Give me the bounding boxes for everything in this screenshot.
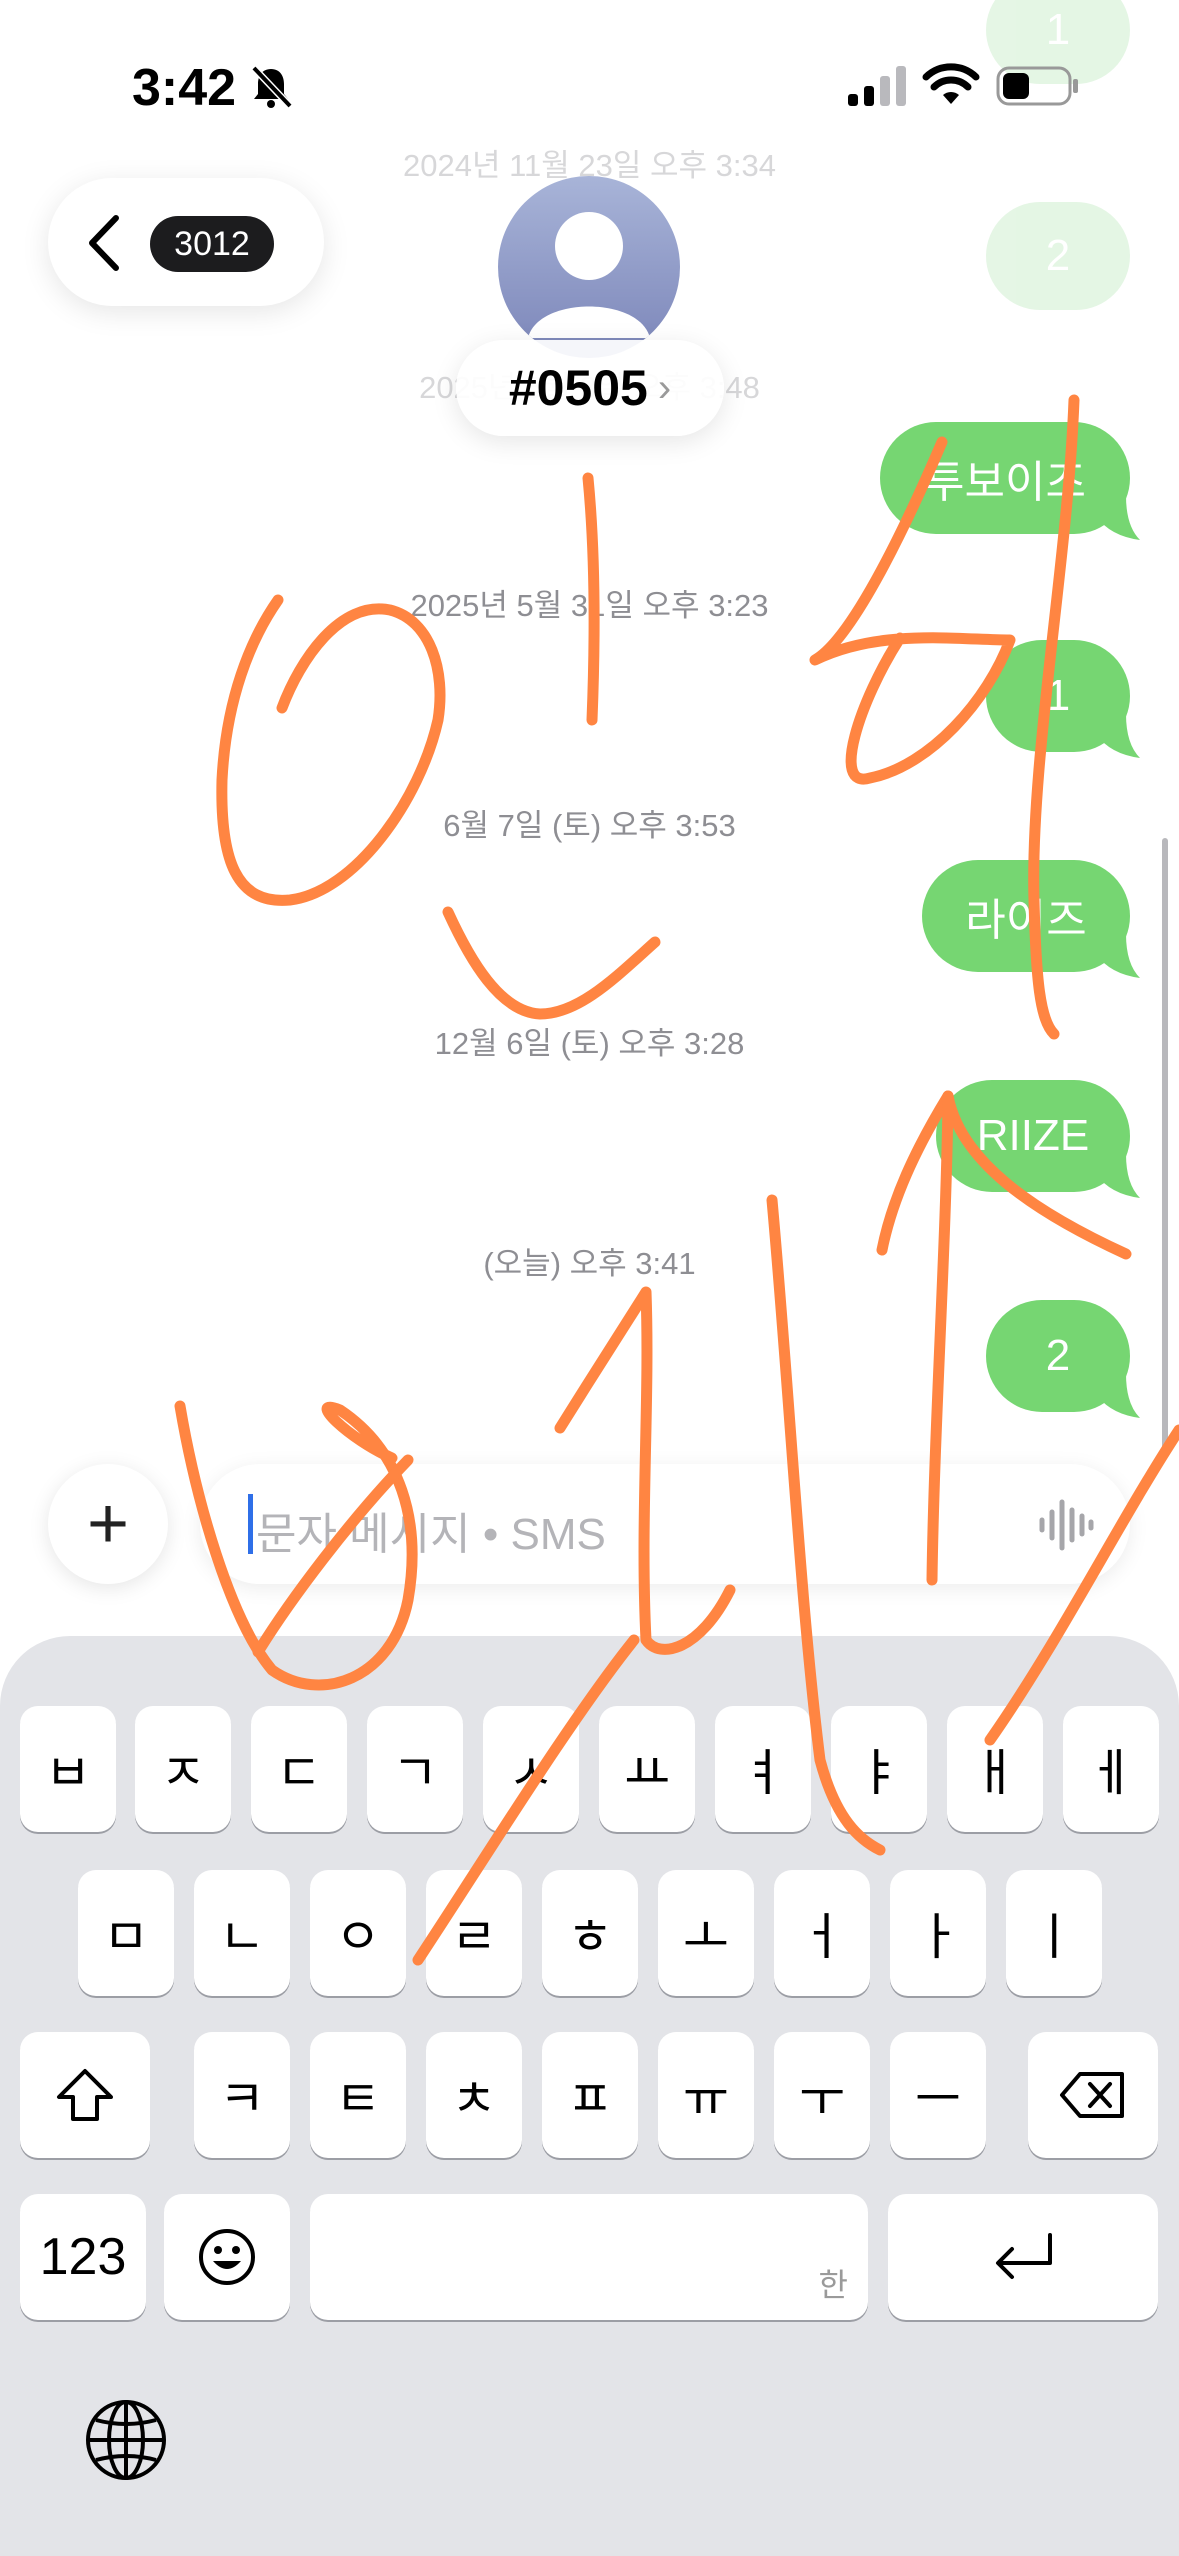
key[interactable]: ㅋ <box>194 2032 290 2158</box>
key[interactable]: ㅛ <box>599 1706 695 1832</box>
bubble-tail-icon <box>1096 934 1140 978</box>
chevron-left-icon <box>89 215 119 271</box>
key[interactable]: ㅁ <box>78 1870 174 1996</box>
bubble-tail-icon <box>1096 496 1140 540</box>
message-bubble[interactable]: 2 <box>986 202 1130 310</box>
message-bubble[interactable]: 투보이즈 <box>880 422 1140 540</box>
unread-count-badge: 3012 <box>150 216 274 272</box>
key[interactable]: ㄷ <box>251 1706 347 1832</box>
message-text: 2 <box>1045 231 1071 280</box>
key[interactable]: ㅈ <box>135 1706 231 1832</box>
message-text: 투보이즈 <box>924 458 1086 507</box>
message-bubble[interactable]: 1 <box>986 640 1140 758</box>
key[interactable]: ㅎ <box>542 1870 638 1996</box>
add-attachment-button[interactable]: + <box>48 1464 168 1584</box>
emoji-key[interactable] <box>164 2194 290 2320</box>
plus-icon: + <box>86 1484 130 1564</box>
message-text: 1 <box>1045 5 1071 54</box>
contact-avatar[interactable] <box>498 176 680 358</box>
key[interactable]: ㄴ <box>194 1870 290 1996</box>
message-bubble[interactable]: 2 <box>986 1300 1140 1418</box>
shift-key[interactable] <box>20 2032 150 2158</box>
message-text: 라이즈 <box>965 896 1087 945</box>
message-text: 1 <box>1045 671 1071 720</box>
timestamp: 6월 7일 (토) 오후 3:53 <box>443 808 736 843</box>
message-input-placeholder: 문자 메시지 • SMS <box>256 1510 606 1559</box>
key[interactable]: ㅏ <box>890 1870 986 1996</box>
voice-waveform-icon[interactable] <box>1038 1498 1094 1552</box>
battery-icon <box>996 66 1078 106</box>
key[interactable]: ㅇ <box>310 1870 406 1996</box>
shift-arrow-icon <box>57 2069 113 2121</box>
key[interactable]: ㅡ <box>890 2032 986 2158</box>
status-time: 3:42 <box>132 59 237 117</box>
message-bubble[interactable]: 라이즈 <box>922 860 1140 978</box>
key[interactable]: ㅊ <box>426 2032 522 2158</box>
bell-slash-icon <box>251 65 293 109</box>
key[interactable]: ㅜ <box>774 2032 870 2158</box>
message-text: RIIZE <box>976 1111 1090 1160</box>
contact-name-button[interactable]: #0505 › <box>456 340 724 436</box>
bubble-tail-icon <box>1096 714 1140 758</box>
scrollbar[interactable] <box>1162 838 1168 1458</box>
cellular-signal-icon <box>848 66 906 106</box>
key[interactable]: ㄹ <box>426 1870 522 1996</box>
key[interactable]: ㅂ <box>20 1706 116 1832</box>
timestamp: 12월 6일 (토) 오후 3:28 <box>434 1026 745 1061</box>
key[interactable]: ㅕ <box>715 1706 811 1832</box>
return-key[interactable] <box>888 2194 1158 2320</box>
key[interactable]: ㅣ <box>1006 1870 1102 1996</box>
bubble-tail-icon <box>1096 1154 1140 1198</box>
message-text: 2 <box>1045 1331 1071 1380</box>
person-icon <box>528 212 650 338</box>
key[interactable]: ㅐ <box>947 1706 1043 1832</box>
space-key[interactable]: 한 <box>310 2194 868 2320</box>
timestamp: 2025년 5월 31일 오후 3:23 <box>410 588 769 623</box>
key[interactable]: ㅓ <box>774 1870 870 1996</box>
key[interactable]: ㄱ <box>367 1706 463 1832</box>
key[interactable]: ㅠ <box>658 2032 754 2158</box>
keyboard: ㅂ ㅈ ㄷ ㄱ ㅅ ㅛ ㅕ ㅑ ㅐ ㅔ ㅁ ㄴ ㅇ ㄹ ㅎ ㅗ ㅓ ㅏ ㅣ ㅋ … <box>0 1636 1179 2556</box>
emoji-icon <box>199 2229 255 2285</box>
wifi-icon <box>922 63 980 104</box>
delete-key[interactable] <box>1028 2032 1158 2158</box>
delete-backward-icon <box>1060 2072 1124 2118</box>
message-bubble[interactable]: RIIZE <box>936 1080 1140 1198</box>
key[interactable]: ㅌ <box>310 2032 406 2158</box>
numbers-key[interactable]: 123 <box>20 2194 146 2320</box>
chevron-right-icon: › <box>657 365 672 410</box>
globe-icon[interactable] <box>82 2396 170 2484</box>
key[interactable]: ㅑ <box>831 1706 927 1832</box>
timestamp: (오늘) 오후 3:41 <box>483 1246 696 1281</box>
key[interactable]: ㅗ <box>658 1870 754 1996</box>
text-cursor <box>248 1494 253 1554</box>
key[interactable]: ㅔ <box>1063 1706 1159 1832</box>
contact-name: #0505 <box>508 360 648 416</box>
bubble-tail-icon <box>1096 1374 1140 1418</box>
return-arrow-icon <box>996 2233 1052 2279</box>
key[interactable]: ㅍ <box>542 2032 638 2158</box>
key[interactable]: ㅅ <box>483 1706 579 1832</box>
